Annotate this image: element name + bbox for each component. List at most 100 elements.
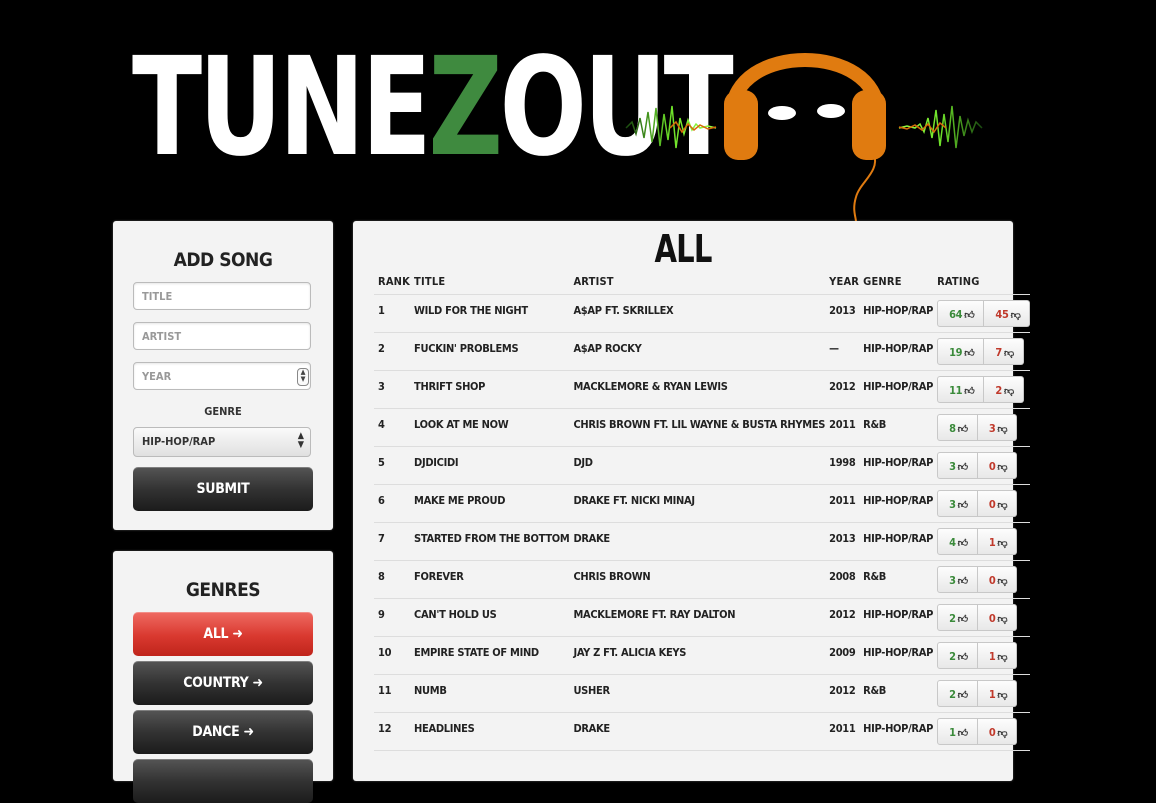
table-row: 5 DJDICIDI DJD 1998 HIP-HOP/RAP 3 👍︎ 0 👎︎ [374,446,1031,485]
column-header-rank[interactable]: RANK [374,264,411,295]
genre-label: GENRE [204,405,242,418]
year-input[interactable] [133,362,311,390]
cell-rating: 2 👍︎ 1 👎︎ [933,636,1031,675]
thumbs-up-icon: 👍︎ [957,424,968,435]
column-header-year[interactable]: YEAR [825,264,860,295]
cell-rank: 3 [374,370,411,409]
upvote-button[interactable]: 1 👍︎ [937,718,978,745]
cell-artist: CHRIS BROWN [569,560,826,599]
thumbs-up-icon: 👍︎ [957,576,968,587]
upvote-count: 19 [949,346,963,359]
cell-title: CAN'T HOLD US [410,598,570,637]
upvote-button[interactable]: 2 👍︎ [937,642,978,669]
cell-year: 2011 [825,712,860,751]
thumbs-down-icon: 👎︎ [1003,348,1014,359]
upvote-count: 64 [949,308,963,321]
upvote-button[interactable]: 3 👍︎ [937,490,978,517]
thumbs-up-icon: 👍︎ [957,500,968,511]
year-input-wrapper: ▲▼ [113,362,333,390]
cell-rating: 19 👍︎ 7 👎︎ [933,332,1031,371]
column-header-title[interactable]: TITLE [410,264,570,295]
genre-button-dance[interactable]: DANCE ➜ [133,710,313,754]
downvote-button[interactable]: 0 👎︎ [977,490,1018,517]
thumbs-down-icon: 👎︎ [997,614,1008,625]
add-song-heading: ADD SONG [173,249,273,271]
upvote-button[interactable]: 2 👍︎ [937,604,978,631]
upvote-button[interactable]: 8 👍︎ [937,414,978,441]
thumbs-up-icon: 👍︎ [964,348,975,359]
genre-select[interactable]: HIP-HOP/RAP ▲ ▼ [133,427,311,457]
cell-year: 2009 [825,636,860,675]
table-row: 1 WILD FOR THE NIGHT A$AP FT. SKRILLEX 2013… [374,294,1031,333]
thumbs-down-icon: 👎︎ [1010,310,1021,321]
upvote-button[interactable]: 19 👍︎ [937,338,985,365]
cell-year: 2013 [825,522,860,561]
cell-genre: HIP-HOP/RAP [859,484,933,523]
cell-title: FOREVER [410,560,570,599]
cell-rating: 3 👍︎ 0 👎︎ [933,560,1031,599]
cell-year: 2013 [825,294,860,333]
cell-year: — [825,332,860,371]
genre-button-next[interactable] [133,759,313,803]
table-row: 3 THRIFT SHOP MACKLEMORE & RYAN LEWIS 2012 H… [374,370,1031,409]
downvote-button[interactable]: 1 👎︎ [977,528,1018,555]
thumbs-down-icon: 👎︎ [997,424,1008,435]
upvote-button[interactable]: 4 👍︎ [937,528,978,555]
upvote-count: 8 [949,422,956,435]
rating-group: 3 👍︎ 0 👎︎ [937,490,1018,517]
downvote-button[interactable]: 0 👎︎ [977,566,1018,593]
downvote-button[interactable]: 0 👎︎ [977,718,1018,745]
cell-rank: 2 [374,332,411,371]
cell-genre: HIP-HOP/RAP [859,332,933,371]
downvote-button[interactable]: 1 👎︎ [977,680,1018,707]
upvote-count: 2 [949,650,956,663]
upvote-button[interactable]: 11 👍︎ [937,376,985,403]
downvote-button[interactable]: 7 👎︎ [984,338,1024,365]
cell-genre: R&B [859,674,934,713]
downvote-button[interactable]: 0 👎︎ [977,452,1018,479]
column-header-genre[interactable]: GENRE [859,264,934,295]
thumbs-up-icon: 👍︎ [964,310,975,321]
downvote-button[interactable]: 0 👎︎ [977,604,1018,631]
artist-input[interactable] [133,322,311,350]
thumbs-up-icon: 👍︎ [957,538,968,549]
upvote-button[interactable]: 3 👍︎ [937,452,978,479]
cell-genre: HIP-HOP/RAP [859,370,933,409]
column-header-artist[interactable]: ARTIST [569,264,826,295]
downvote-count: 2 [995,384,1002,397]
upvote-button[interactable]: 2 👍︎ [937,680,978,707]
rating-group: 11 👍︎ 2 👎︎ [937,376,1024,403]
table-header-row: RANK TITLE ARTIST YEAR GENRE RATING [374,264,1031,295]
downvote-button[interactable]: 3 👎︎ [977,414,1018,441]
submit-button[interactable]: SUBMIT [133,467,313,511]
year-stepper[interactable]: ▲ ▼ [297,368,309,386]
cell-year: 2012 [825,370,860,409]
upvote-button[interactable]: 64 👍︎ [937,300,985,327]
downvote-button[interactable]: 2 👎︎ [984,376,1024,403]
genre-button-country[interactable]: COUNTRY ➜ [133,661,313,705]
downvote-button[interactable]: 1 👎︎ [977,642,1018,669]
upvote-count: 2 [949,688,956,701]
cell-rank: 4 [374,408,411,447]
cell-genre: R&B [859,408,934,447]
upvote-count: 3 [949,574,956,587]
cell-rating: 3 👍︎ 0 👎︎ [933,484,1031,523]
cell-title: NUMB [410,674,570,713]
title-input[interactable] [133,282,311,310]
cell-rank: 12 [374,712,411,751]
cell-year: 2011 [825,408,860,447]
headphones-logo-icon [625,53,983,222]
table-row: 2 FUCKIN' PROBLEMS A$AP ROCKY — HIP-HOP/RAP 1… [374,332,1031,371]
cell-rating: 11 👍︎ 2 👎︎ [933,370,1031,409]
cell-artist: A$AP ROCKY [569,332,826,371]
cell-title: WILD FOR THE NIGHT [410,294,570,333]
cell-rating: 1 👍︎ 0 👎︎ [933,712,1031,751]
genre-button-all[interactable]: ALL ➜ [133,612,313,656]
genres-panel: GENRES ALL ➜ COUNTRY ➜ DANCE ➜ [113,551,333,803]
thumbs-up-icon: 👍︎ [957,728,968,739]
upvote-button[interactable]: 3 👍︎ [937,566,978,593]
downvote-button[interactable]: 45 👎︎ [984,300,1031,327]
cell-rank: 8 [374,560,411,599]
column-header-rating[interactable]: RATING [933,264,1031,295]
downvote-count: 0 [988,460,996,473]
